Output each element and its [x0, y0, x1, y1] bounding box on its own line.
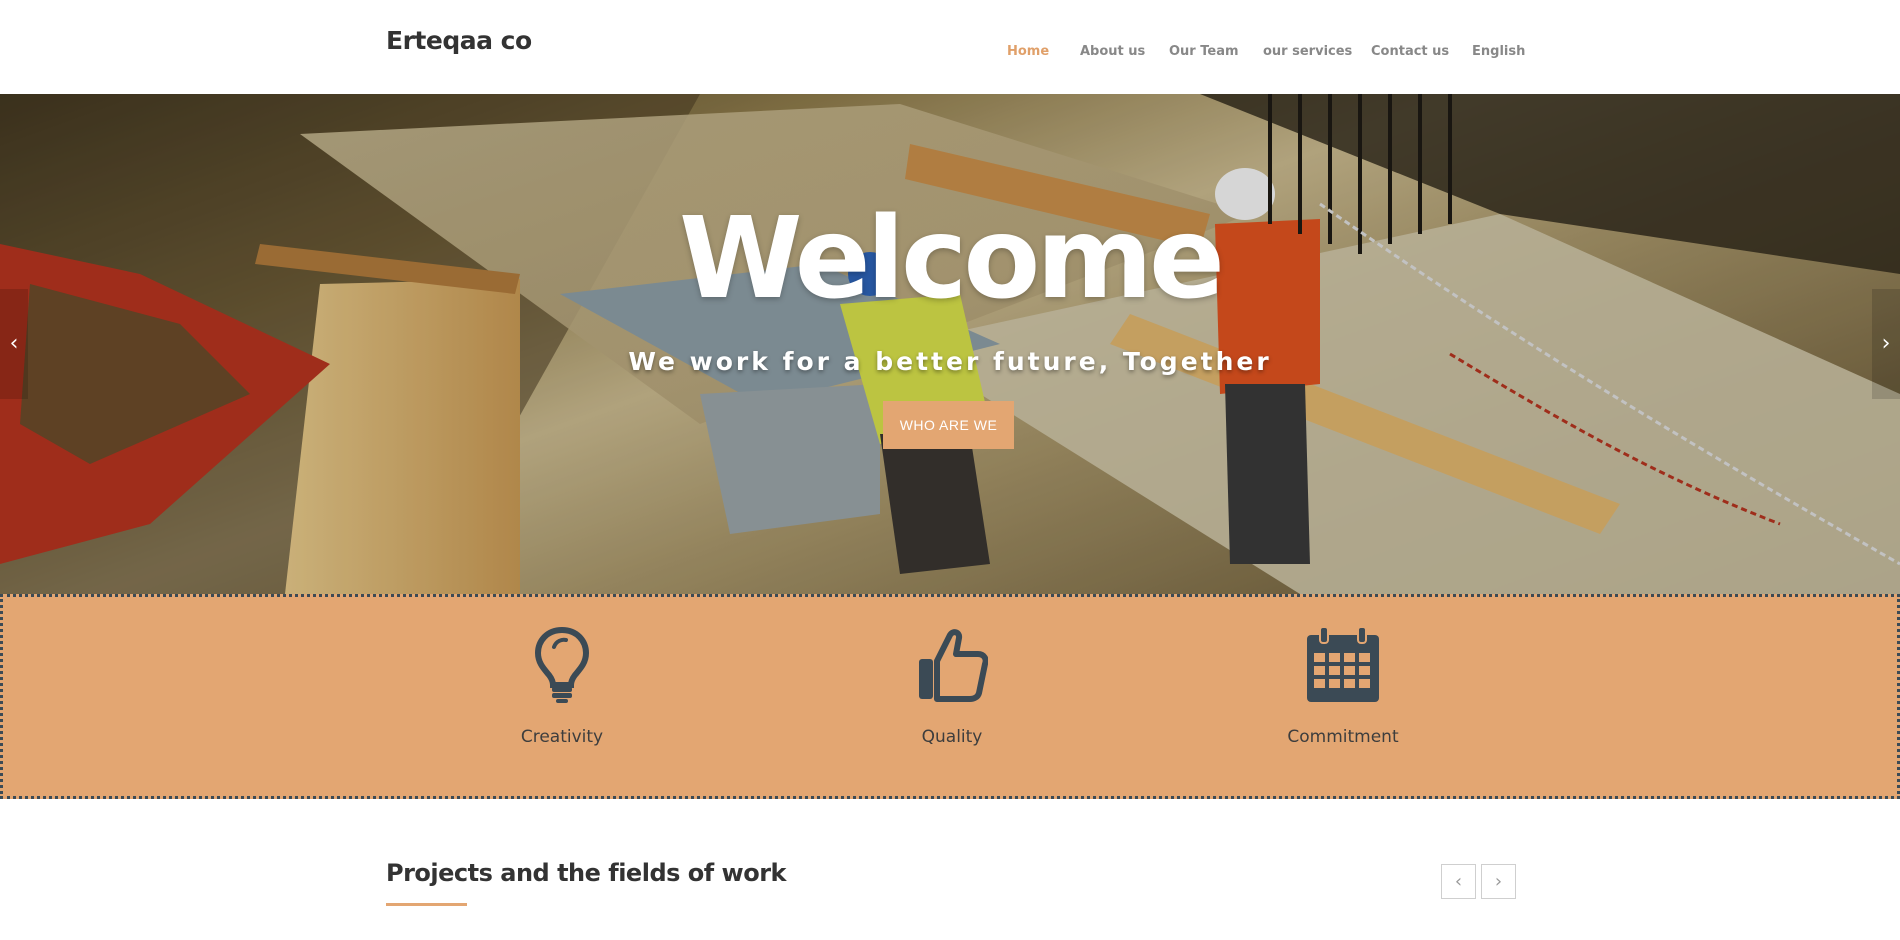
- projects-next-button[interactable]: ›: [1481, 864, 1516, 899]
- features-band: Creativity Quality Commitment: [0, 594, 1900, 799]
- projects-section-title: Projects and the fields of work: [386, 859, 787, 887]
- site-logo[interactable]: Erteqaa co: [386, 26, 532, 55]
- hero-subtitle: We work for a better future, Together: [628, 347, 1272, 376]
- nav-our-services[interactable]: our services: [1263, 44, 1352, 59]
- nav-our-team[interactable]: Our Team: [1169, 44, 1239, 59]
- site-header: Erteqaa co Home About us Our Team our se…: [0, 0, 1900, 94]
- title-underline: [386, 903, 467, 906]
- hero-background-image: [0, 94, 1900, 594]
- feature-creativity: Creativity: [462, 625, 662, 747]
- who-are-we-button[interactable]: WHO ARE WE: [883, 401, 1014, 449]
- feature-label-commitment: Commitment: [1287, 727, 1399, 747]
- thumbs-up-icon: [852, 625, 1052, 705]
- nav-contact-us[interactable]: Contact us: [1371, 44, 1449, 59]
- hero-slider: ‹ › Welcome We work for a better future,…: [0, 94, 1900, 594]
- feature-label-creativity: Creativity: [520, 727, 604, 747]
- chevron-right-icon: ›: [1494, 871, 1503, 892]
- feature-quality: Quality: [852, 625, 1052, 747]
- feature-commitment: Commitment: [1243, 625, 1443, 747]
- feature-label-quality: Quality: [921, 727, 983, 747]
- nav-language[interactable]: English: [1472, 44, 1525, 59]
- lightbulb-icon: [462, 625, 662, 705]
- nav-home[interactable]: Home: [1007, 44, 1049, 59]
- nav-about-us[interactable]: About us: [1080, 44, 1145, 59]
- calendar-icon: [1243, 625, 1443, 705]
- projects-prev-button[interactable]: ‹: [1441, 864, 1476, 899]
- hero-title: Welcome: [679, 194, 1225, 324]
- chevron-left-icon: ‹: [1454, 871, 1463, 892]
